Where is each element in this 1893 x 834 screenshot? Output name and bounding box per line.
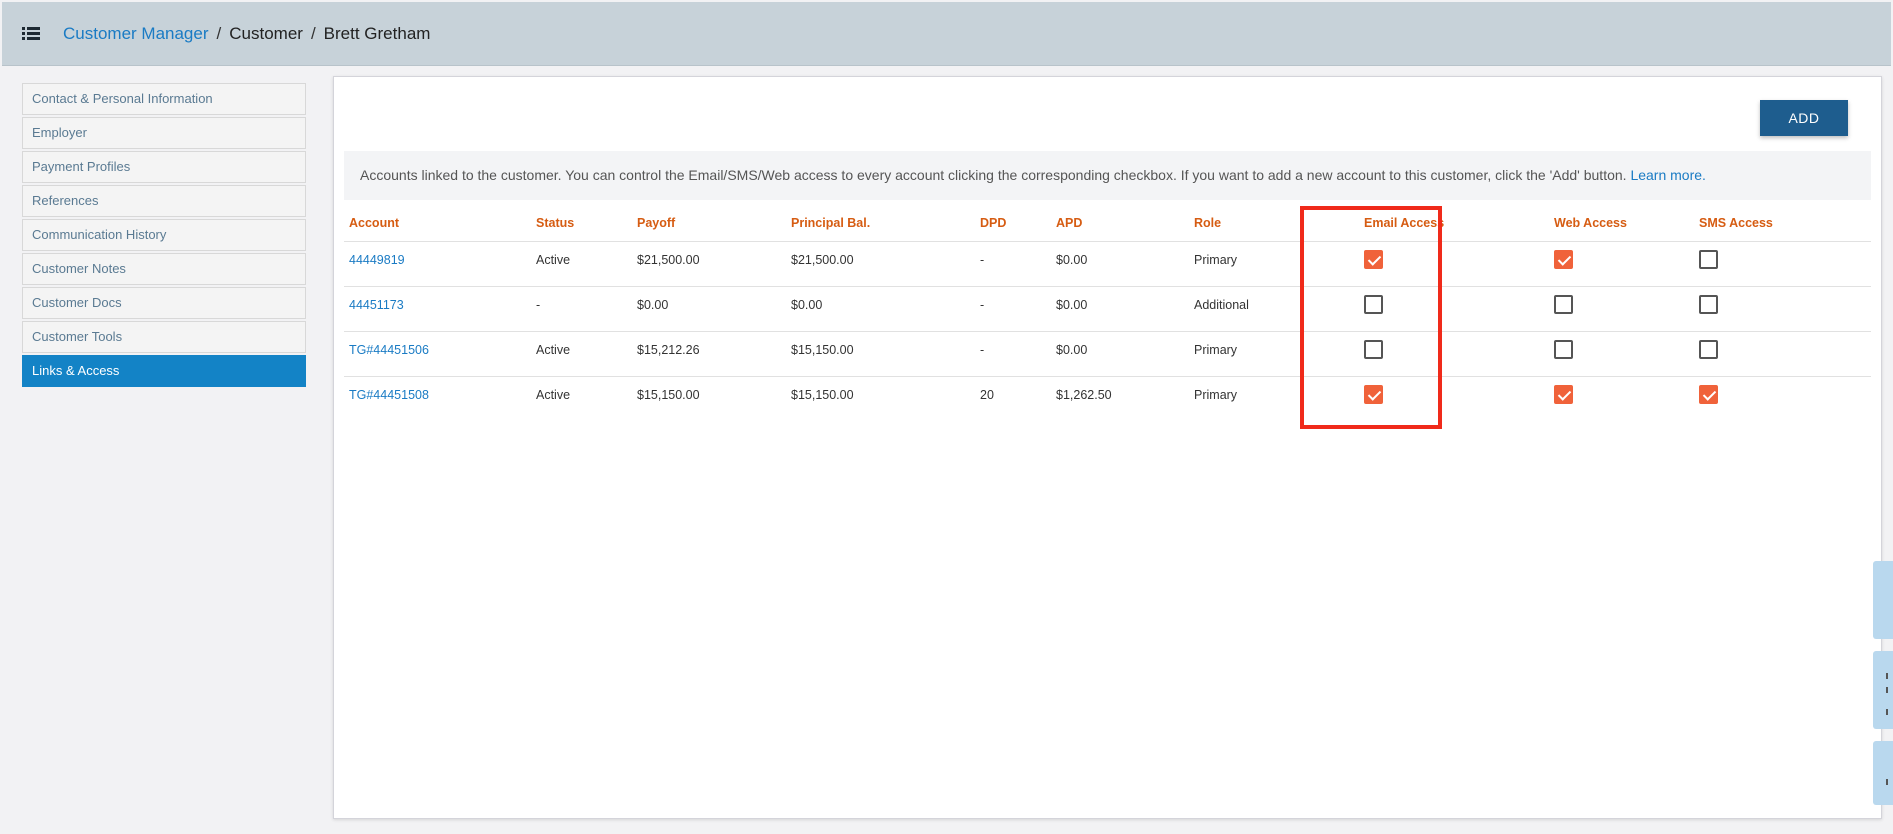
apd-cell: $1,262.50 <box>1051 375 1189 421</box>
status-cell: Active <box>531 240 632 286</box>
column-header-web-access: Web Access <box>1554 215 1627 230</box>
web-access-checkbox[interactable] <box>1554 249 1573 269</box>
web-access-checkbox[interactable] <box>1554 384 1573 404</box>
dpd-cell: 20 <box>975 375 1051 421</box>
sidebar-item-employer[interactable]: Employer <box>22 117 306 149</box>
sidebar-item-links-access[interactable]: Links & Access <box>22 355 306 387</box>
sms-access-checkbox[interactable] <box>1699 339 1718 359</box>
sms-access-cell <box>1693 285 1871 331</box>
role-cell: Additional <box>1189 285 1330 331</box>
principal-cell: $15,150.00 <box>786 330 975 376</box>
sms-access-cell <box>1693 375 1871 421</box>
web-access-checkbox[interactable] <box>1554 294 1573 314</box>
status-cell: - <box>531 285 632 331</box>
sidebar-item-references[interactable]: References <box>22 185 306 217</box>
email-access-cell <box>1330 240 1520 286</box>
principal-cell: $15,150.00 <box>786 375 975 421</box>
account-link[interactable]: TG#44451508 <box>344 375 531 421</box>
apd-cell: $0.00 <box>1051 330 1189 376</box>
sidebar-item-customer-docs[interactable]: Customer Docs <box>22 287 306 319</box>
sidebar: Contact & Personal Information Employer … <box>22 83 306 389</box>
sidebar-item-communication-history[interactable]: Communication History <box>22 219 306 251</box>
accounts-table: Account Status Payoff Principal Bal. DPD… <box>344 205 1871 421</box>
account-link[interactable]: 44449819 <box>344 240 531 286</box>
column-header-dpd: DPD <box>980 215 1007 230</box>
email-access-checkbox[interactable] <box>1364 249 1383 269</box>
learn-more-link[interactable]: Learn more. <box>1630 167 1705 183</box>
status-cell: Active <box>531 375 632 421</box>
side-tab-handle[interactable] <box>1873 741 1893 805</box>
main-panel: ADD Accounts linked to the customer. You… <box>333 76 1882 819</box>
top-bar: Customer Manager / Customer / Brett Gretham <box>2 2 1891 66</box>
payoff-cell: $21,500.00 <box>632 240 786 286</box>
side-tab-handle[interactable] <box>1873 561 1893 639</box>
info-text: Accounts linked to the customer. You can… <box>360 167 1627 183</box>
principal-cell: $0.00 <box>786 285 975 331</box>
payoff-cell: $15,150.00 <box>632 375 786 421</box>
dpd-cell: - <box>975 285 1051 331</box>
sms-access-cell <box>1693 240 1871 286</box>
breadcrumb-separator: / <box>310 24 316 43</box>
column-header-principal-bal: Principal Bal. <box>791 215 871 230</box>
breadcrumb: Customer Manager / Customer / Brett Gretham <box>63 24 430 44</box>
sms-access-checkbox[interactable] <box>1699 384 1718 404</box>
role-cell: Primary <box>1189 240 1330 286</box>
web-access-cell <box>1520 240 1693 286</box>
role-cell: Primary <box>1189 330 1330 376</box>
sms-access-checkbox[interactable] <box>1699 249 1718 269</box>
web-access-cell <box>1520 375 1693 421</box>
email-access-checkbox[interactable] <box>1364 384 1383 404</box>
account-link[interactable]: 44451173 <box>344 285 531 331</box>
apd-cell: $0.00 <box>1051 285 1189 331</box>
principal-cell: $21,500.00 <box>786 240 975 286</box>
payoff-cell: $15,212.26 <box>632 330 786 376</box>
status-cell: Active <box>531 330 632 376</box>
table-header-row: Account Status Payoff Principal Bal. DPD… <box>344 205 1871 241</box>
web-access-checkbox[interactable] <box>1554 339 1573 359</box>
web-access-cell <box>1520 330 1693 376</box>
sms-access-cell <box>1693 330 1871 376</box>
role-cell: Primary <box>1189 375 1330 421</box>
account-link[interactable]: TG#44451506 <box>344 330 531 376</box>
email-access-checkbox[interactable] <box>1364 294 1383 314</box>
side-tab-handle[interactable] <box>1873 651 1893 729</box>
apd-cell: $0.00 <box>1051 240 1189 286</box>
breadcrumb-separator: / <box>216 24 222 43</box>
table-row: 44451173 - $0.00 $0.00 - $0.00 Additiona… <box>344 285 1871 331</box>
table-row: 44449819 Active $21,500.00 $21,500.00 - … <box>344 240 1871 286</box>
email-access-cell <box>1330 285 1520 331</box>
sidebar-item-customer-tools[interactable]: Customer Tools <box>22 321 306 353</box>
breadcrumb-customer: Customer <box>229 24 303 43</box>
breadcrumb-current: Brett Gretham <box>323 24 431 43</box>
column-header-sms-access: SMS Access <box>1699 215 1773 230</box>
column-header-account: Account <box>349 215 399 230</box>
column-header-status: Status <box>536 215 575 230</box>
dpd-cell: - <box>975 330 1051 376</box>
email-access-checkbox[interactable] <box>1364 339 1383 359</box>
sms-access-checkbox[interactable] <box>1699 294 1718 314</box>
info-banner: Accounts linked to the customer. You can… <box>344 151 1871 200</box>
sidebar-item-customer-notes[interactable]: Customer Notes <box>22 253 306 285</box>
sidebar-item-contact-personal-information[interactable]: Contact & Personal Information <box>22 83 306 115</box>
sidebar-item-payment-profiles[interactable]: Payment Profiles <box>22 151 306 183</box>
list-menu-icon[interactable] <box>22 27 40 41</box>
add-account-button[interactable]: ADD <box>1760 100 1848 136</box>
column-header-email-access: Email Access <box>1364 215 1445 230</box>
column-header-role: Role <box>1194 215 1222 230</box>
payoff-cell: $0.00 <box>632 285 786 331</box>
dpd-cell: - <box>975 240 1051 286</box>
web-access-cell <box>1520 285 1693 331</box>
email-access-cell <box>1330 375 1520 421</box>
column-header-apd: APD <box>1056 215 1083 230</box>
email-access-cell <box>1330 330 1520 376</box>
column-header-payoff: Payoff <box>637 215 676 230</box>
breadcrumb-customer-manager[interactable]: Customer Manager <box>63 24 209 43</box>
table-row: TG#44451508 Active $15,150.00 $15,150.00… <box>344 375 1871 421</box>
table-row: TG#44451506 Active $15,212.26 $15,150.00… <box>344 330 1871 376</box>
